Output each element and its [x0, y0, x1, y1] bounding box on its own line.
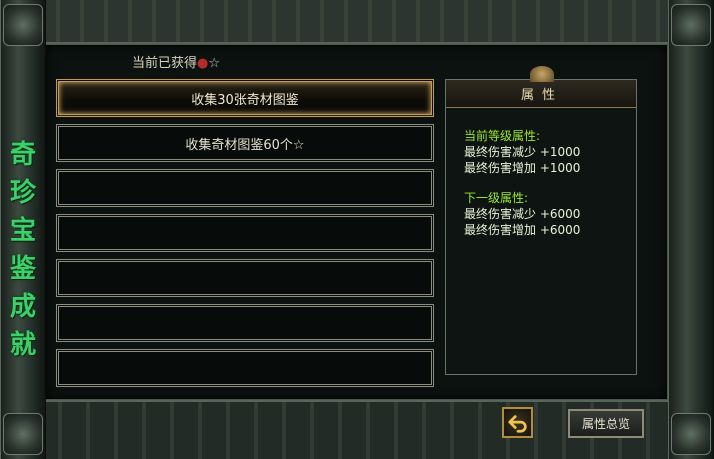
current-attr-line: 最终伤害减少 +1000	[464, 145, 581, 159]
title-char: 宝	[9, 216, 36, 246]
pillar-cap	[3, 4, 43, 46]
achievement-list: 收集30张奇材图鉴 收集奇材图鉴60个☆	[56, 79, 434, 394]
title-char: 鉴	[9, 254, 36, 284]
next-attr-line: 最终伤害减少 +6000	[464, 207, 581, 221]
title-char: 就	[9, 330, 36, 360]
achievement-row[interactable]	[56, 169, 434, 207]
achievement-row[interactable]	[56, 349, 434, 387]
achievement-row[interactable]: 收集30张奇材图鉴	[56, 79, 434, 117]
obtained-dot: ●	[197, 56, 209, 71]
ornament-icon	[530, 66, 554, 82]
attribute-panel: 属性 当前等级属性: 最终伤害减少 +1000 最终伤害增加 +1000 下一级…	[445, 66, 637, 375]
attribute-overview-button[interactable]: 属性总览	[568, 409, 644, 438]
next-level-header: 下一级属性:	[464, 191, 529, 205]
star-icon: ☆	[208, 56, 221, 71]
right-pillar	[668, 0, 714, 459]
pillar-cap	[671, 413, 711, 455]
back-arrow-icon	[507, 414, 527, 433]
attribute-header: 属性	[446, 66, 636, 108]
next-attr-line: 最终伤害增加 +6000	[464, 223, 581, 237]
achievement-label: 收集奇材图鉴60个☆	[185, 137, 305, 153]
achievement-row[interactable]	[56, 259, 434, 297]
current-level-header: 当前等级属性:	[464, 129, 541, 143]
achievement-row[interactable]	[56, 214, 434, 252]
title-char: 珍	[9, 178, 36, 208]
achievement-row[interactable]: 收集奇材图鉴60个☆	[56, 124, 434, 162]
pillar-cap	[3, 413, 43, 455]
top-ornament-band	[46, 0, 668, 44]
achievement-label: 收集30张奇材图鉴	[191, 92, 299, 108]
vertical-title: 奇 珍 宝 鉴 成 就	[4, 138, 42, 362]
pillar-cap	[671, 4, 711, 46]
back-button[interactable]	[502, 407, 533, 438]
current-attr-line: 最终伤害增加 +1000	[464, 161, 581, 175]
title-char: 成	[9, 292, 36, 322]
title-char: 奇	[9, 140, 36, 170]
obtained-label: 当前已获得	[132, 56, 198, 71]
attribute-body: 当前等级属性: 最终伤害减少 +1000 最终伤害增加 +1000 下一级属性:…	[464, 128, 580, 238]
achievement-row[interactable]	[56, 304, 434, 342]
obtained-counter: 当前已获得●☆	[132, 52, 220, 71]
attribute-title: 属性	[520, 88, 563, 103]
